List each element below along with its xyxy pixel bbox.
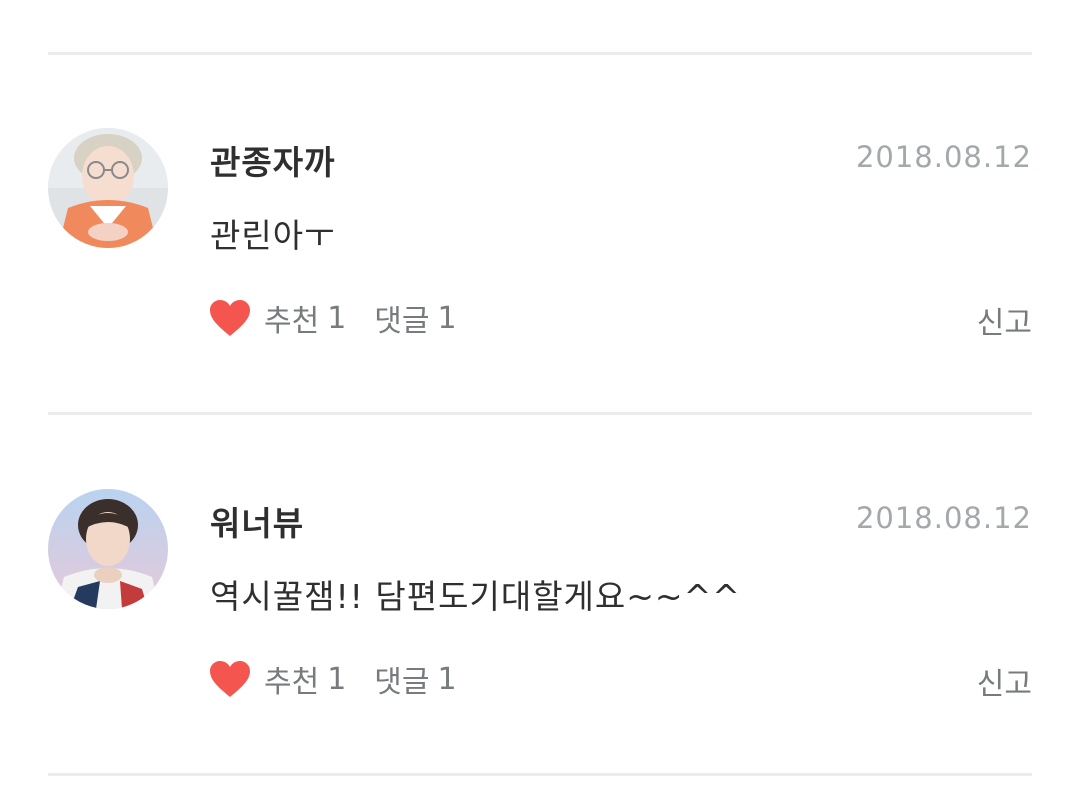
comment-actions: 추천 1 댓글 1 (208, 296, 485, 340)
profile-photo-icon (48, 489, 168, 609)
comment-text: 역시꿀잼!! 담편도기대할게요~~^^ (210, 577, 741, 616)
comment-username[interactable]: 워너뷰 (210, 497, 304, 545)
avatar[interactable] (48, 128, 168, 248)
profile-photo-icon (48, 128, 168, 248)
divider-top (48, 52, 1032, 55)
heart-icon[interactable] (208, 298, 252, 338)
comment-date: 2018.08.12 (855, 501, 1032, 535)
comment-date: 2018.08.12 (855, 140, 1032, 174)
reply-count: 1 (437, 661, 457, 697)
reply-label[interactable]: 댓글 (374, 296, 429, 340)
reply-count: 1 (437, 300, 457, 336)
comment-item: 관종자까 2018.08.12 관린아ㅜ 추천 1 댓글 1 신고 (0, 56, 1080, 356)
report-button[interactable]: 신고 (977, 659, 1032, 703)
like-label[interactable]: 추천 (264, 296, 319, 340)
divider-bottom (48, 773, 1032, 776)
comment-username[interactable]: 관종자까 (210, 136, 335, 184)
comment-item: 워너뷰 2018.08.12 역시꿀잼!! 담편도기대할게요~~^^ 추천 1 … (0, 417, 1080, 717)
heart-icon[interactable] (208, 659, 252, 699)
like-count: 1 (327, 300, 347, 336)
report-button[interactable]: 신고 (977, 298, 1032, 342)
reply-label[interactable]: 댓글 (374, 657, 429, 701)
like-label[interactable]: 추천 (264, 657, 319, 701)
avatar[interactable] (48, 489, 168, 609)
divider (48, 412, 1032, 415)
like-count: 1 (327, 661, 347, 697)
comment-text: 관린아ㅜ (210, 216, 336, 255)
comment-actions: 추천 1 댓글 1 (208, 657, 485, 701)
